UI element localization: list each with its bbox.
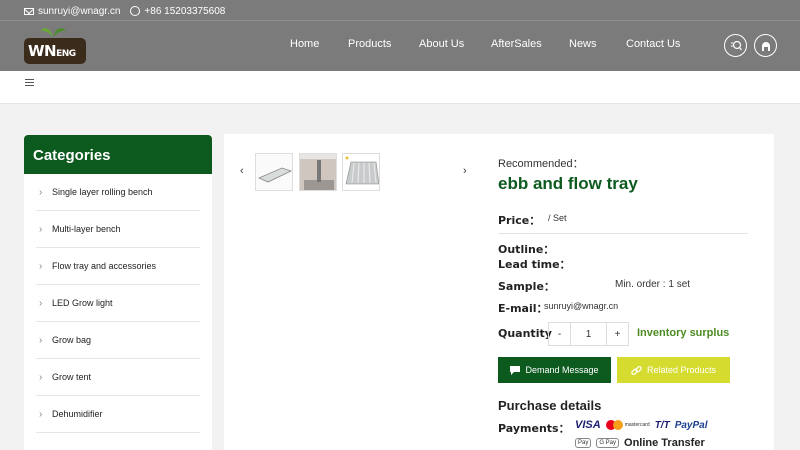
gallery-prev-arrow[interactable]: ‹ xyxy=(240,165,244,177)
online-transfer-label: Online Transfer xyxy=(624,437,705,449)
mastercard-text: mastercard xyxy=(624,422,650,428)
email-text: sunruyi@wnagr.cn xyxy=(38,5,121,17)
site-header: sunruyi@wnagr.cn +86 15203375608 WN ENG H… xyxy=(0,0,800,71)
nav-about-us[interactable]: About Us xyxy=(419,38,464,50)
lead-time-label: Lead time： xyxy=(498,258,571,271)
category-list: › Single layer rolling bench › Multi-layer… xyxy=(24,174,212,433)
purchase-details-title: Purchase details xyxy=(498,398,602,413)
logo-badge: WN ENG xyxy=(24,38,86,64)
category-item[interactable]: › Grow bag xyxy=(36,322,200,359)
message-icon xyxy=(510,365,521,375)
chevron-right-icon: › xyxy=(39,186,43,198)
outline-label: Outline： xyxy=(498,243,555,256)
categories-title: Categories xyxy=(24,135,212,174)
qty-increase-button[interactable]: + xyxy=(606,322,629,346)
logo-text: WN xyxy=(28,42,57,60)
category-item[interactable]: › Dehumidifier xyxy=(36,396,200,433)
recommended-label: Recommended： xyxy=(498,158,584,170)
apple-pay-logo: Pay xyxy=(575,438,592,448)
visa-logo: VISA xyxy=(575,419,601,431)
qty-input[interactable]: 1 xyxy=(571,322,606,346)
mail-icon xyxy=(24,7,34,15)
tt-logo: T/T xyxy=(654,419,670,431)
chevron-right-icon: › xyxy=(39,223,43,235)
category-sidebar: Categories › Single layer rolling bench ›… xyxy=(24,135,212,450)
logo-subtext: ENG xyxy=(56,49,76,59)
category-item[interactable]: › Single layer rolling bench xyxy=(36,174,200,211)
phone-text: +86 15203375608 xyxy=(144,5,226,17)
breadcrumb-bar xyxy=(0,71,800,104)
inventory-status: Inventory surplus xyxy=(637,327,730,339)
category-label: Single layer rolling bench xyxy=(52,187,153,197)
category-item[interactable]: › LED Grow light xyxy=(36,285,200,322)
related-products-button[interactable]: Related Products xyxy=(617,357,730,383)
list-menu-icon[interactable] xyxy=(25,79,34,87)
gallery-next-arrow[interactable]: › xyxy=(463,165,467,177)
search-icon[interactable] xyxy=(724,34,747,57)
product-thumbnail[interactable] xyxy=(299,153,337,191)
payment-methods: VISA mastercard T/T PayPal xyxy=(575,419,708,431)
category-label: Grow tent xyxy=(52,372,92,382)
email-contact[interactable]: sunruyi@wnagr.cn xyxy=(24,6,120,17)
header-divider xyxy=(0,20,800,21)
chevron-right-icon: › xyxy=(39,408,43,420)
product-thumbnail[interactable] xyxy=(255,153,293,191)
category-item[interactable]: › Flow tray and accessories xyxy=(36,248,200,285)
nav-home[interactable]: Home xyxy=(290,38,319,50)
category-label: Flow tray and accessories xyxy=(52,261,157,271)
product-panel: ‹ › Recommended： ebb and flow tray Price… xyxy=(224,134,774,450)
nav-contact-us[interactable]: Contact Us xyxy=(626,38,680,50)
category-label: Multi-layer bench xyxy=(52,224,121,234)
sample-label: Sample： xyxy=(498,280,555,293)
product-title: ebb and flow tray xyxy=(498,174,638,193)
payments-label: Payments： xyxy=(498,422,570,435)
product-thumbnail[interactable] xyxy=(342,153,380,191)
chevron-right-icon: › xyxy=(39,371,43,383)
category-label: Grow bag xyxy=(52,335,92,345)
whatsapp-icon xyxy=(130,6,141,16)
leaf-icon xyxy=(40,28,66,37)
min-order: Min. order : 1 set xyxy=(615,279,691,290)
top-contact-bar: sunruyi@wnagr.cn +86 15203375608 xyxy=(24,4,225,18)
user-icon[interactable] xyxy=(754,34,777,57)
nav-products[interactable]: Products xyxy=(348,38,391,50)
chevron-right-icon: › xyxy=(39,260,43,272)
quantity-stepper: - 1 + xyxy=(548,322,629,346)
demand-button-label: Demand Message xyxy=(525,365,599,375)
qty-decrease-button[interactable]: - xyxy=(548,322,571,346)
chevron-right-icon: › xyxy=(39,297,43,309)
related-button-label: Related Products xyxy=(646,365,717,375)
category-label: LED Grow light xyxy=(52,298,113,308)
payment-methods-row2: Pay G Pay Online Transfer xyxy=(575,437,705,449)
paypal-logo: PayPal xyxy=(674,419,708,431)
quantity-label: Quantity xyxy=(498,327,552,340)
phone-contact[interactable]: +86 15203375608 xyxy=(130,6,225,17)
nav-aftersales[interactable]: AfterSales xyxy=(491,38,542,50)
price-divider xyxy=(498,233,748,234)
category-item[interactable]: › Grow tent xyxy=(36,359,200,396)
nav-news[interactable]: News xyxy=(569,38,597,50)
chevron-right-icon: › xyxy=(39,334,43,346)
site-logo[interactable]: WN ENG xyxy=(24,25,86,65)
mastercard-logo: mastercard xyxy=(605,420,650,430)
category-item[interactable]: › Multi-layer bench xyxy=(36,211,200,248)
category-label: Dehumidifier xyxy=(52,409,103,419)
google-pay-logo: G Pay xyxy=(596,438,620,448)
email-value[interactable]: sunruyi@wnagr.cn xyxy=(544,301,618,311)
demand-message-button[interactable]: Demand Message xyxy=(498,357,611,383)
price-value: / Set xyxy=(548,213,567,223)
price-label: Price： xyxy=(498,214,541,227)
link-icon xyxy=(631,365,642,375)
email-label: E-mail： xyxy=(498,302,548,315)
